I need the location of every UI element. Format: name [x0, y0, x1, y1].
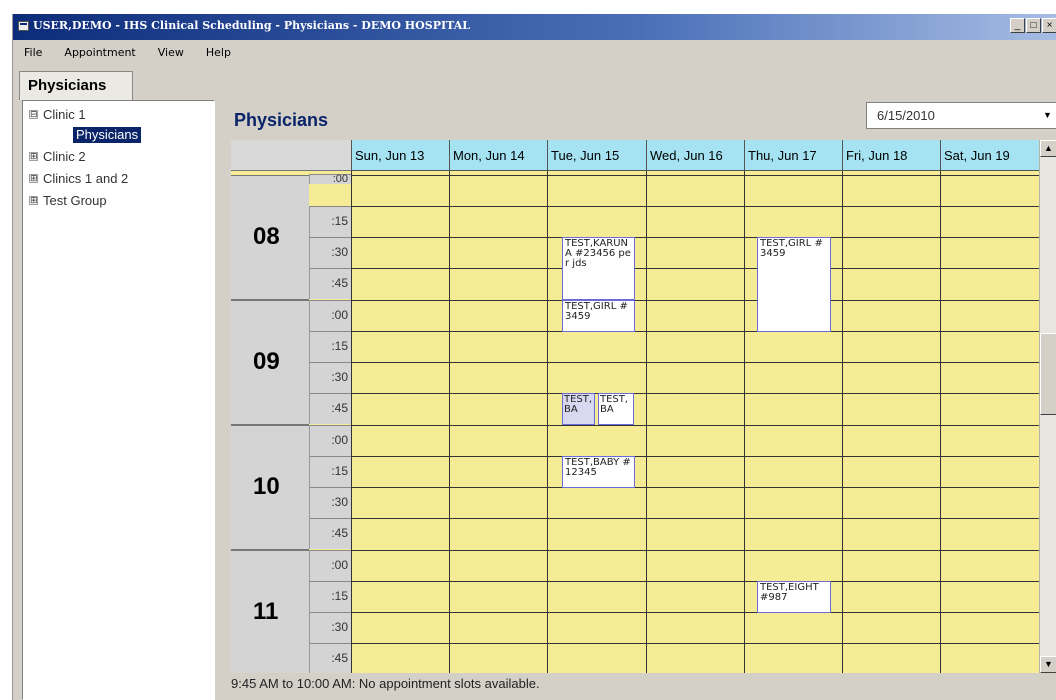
- maximize-button[interactable]: □: [1026, 18, 1041, 33]
- expand-icon[interactable]: ⊞: [29, 174, 38, 184]
- minute-label: :30: [309, 487, 351, 518]
- tree-node-label: Clinic 2: [43, 149, 86, 164]
- appointment-block[interactable]: TEST,BA: [562, 393, 595, 425]
- tree-node-label: Clinic 1: [43, 107, 86, 122]
- grid-column-line: [940, 171, 941, 673]
- schedule-title: Physicians: [234, 110, 329, 130]
- grid-line: [351, 237, 1039, 238]
- grid-line: [351, 175, 1039, 176]
- grid-line: [351, 362, 1039, 363]
- minimize-button[interactable]: _: [1010, 18, 1025, 33]
- minute-label: :15: [309, 456, 351, 487]
- clinic-tree: ⊟ Clinic 1 Physicians ⊞ Clinic 2 ⊞ Clini…: [22, 100, 215, 700]
- minute-label: :00: [309, 300, 351, 331]
- day-header-sat: Sat, Jun 19: [940, 140, 1039, 171]
- appointment-block[interactable]: TEST,BA: [598, 393, 634, 425]
- date-picker[interactable]: 6/15/2010 ▼: [866, 102, 1056, 129]
- grid-line: [351, 393, 1039, 394]
- grid-column-line: [744, 171, 745, 673]
- tree-node-test-group[interactable]: ⊞ Test Group: [29, 193, 107, 208]
- minute-label: :15: [309, 581, 351, 612]
- grid-column-line: [351, 171, 352, 673]
- minute-label: :00: [309, 174, 351, 185]
- day-header-tue: Tue, Jun 15: [547, 140, 646, 171]
- grid-line: [351, 268, 1039, 269]
- grid-line: [351, 612, 1039, 613]
- application-window: USER,DEMO - IHS Clinical Scheduling - Ph…: [12, 14, 1056, 700]
- appointment-block[interactable]: TEST,GIRL #3459: [562, 300, 635, 332]
- hour-label-10: 10: [231, 425, 309, 550]
- status-message: 9:45 AM to 10:00 AM: No appointment slot…: [231, 676, 540, 691]
- expand-icon[interactable]: ⊞: [29, 196, 38, 206]
- appointment-block[interactable]: TEST,GIRL #3459: [757, 237, 831, 332]
- title-bar[interactable]: USER,DEMO - IHS Clinical Scheduling - Ph…: [13, 14, 1056, 40]
- grid-line: [351, 425, 1039, 426]
- appointment-block[interactable]: TEST,BABY #12345: [562, 456, 635, 488]
- minute-label: :45: [309, 518, 351, 549]
- tree-node-clinics-1-and-2[interactable]: ⊞ Clinics 1 and 2: [29, 171, 128, 186]
- minute-label: :00: [309, 425, 351, 456]
- window-controls: _ □ ×: [1009, 18, 1056, 36]
- menu-file[interactable]: File: [13, 42, 53, 62]
- tree-node-clinic-1[interactable]: ⊟ Clinic 1: [29, 107, 86, 122]
- minute-label: :15: [309, 206, 351, 237]
- minute-label: :45: [309, 643, 351, 673]
- grid-column-line: [449, 171, 450, 673]
- grid-line: [351, 643, 1039, 644]
- grid-line: [351, 487, 1039, 488]
- vertical-scrollbar[interactable]: ▲ ▼: [1039, 140, 1056, 673]
- grid-line: [351, 300, 1039, 301]
- hour-label-11: 11: [231, 550, 309, 673]
- grid-column-line: [842, 171, 843, 673]
- appointment-block[interactable]: TEST,KARUNA #23456 per jds: [562, 237, 635, 300]
- tab-physicians[interactable]: Physicians: [19, 71, 133, 100]
- grid-line: [351, 331, 1039, 332]
- minute-label: :30: [309, 362, 351, 393]
- grid-column-line: [547, 171, 548, 673]
- day-header-thu: Thu, Jun 17: [744, 140, 842, 171]
- appointment-block[interactable]: TEST,EIGHT #987: [757, 581, 831, 613]
- tree-node-physicians[interactable]: Physicians: [73, 127, 142, 143]
- grid-line: [351, 456, 1039, 457]
- grid-column-line: [646, 171, 647, 673]
- window-title: USER,DEMO - IHS Clinical Scheduling - Ph…: [33, 19, 470, 32]
- tree-node-label: Test Group: [43, 193, 107, 208]
- minute-label: :45: [309, 393, 351, 424]
- grid-line: [351, 581, 1039, 582]
- scroll-down-icon[interactable]: ▼: [1040, 656, 1056, 673]
- menu-help[interactable]: Help: [195, 42, 242, 62]
- minute-label: :30: [309, 237, 351, 268]
- grid-line: [351, 550, 1039, 551]
- minute-label: :15: [309, 331, 351, 362]
- minute-label: :30: [309, 612, 351, 643]
- grid-line: [351, 206, 1039, 207]
- menu-view[interactable]: View: [147, 42, 195, 62]
- collapse-icon[interactable]: ⊟: [29, 110, 38, 120]
- tree-node-label: Clinics 1 and 2: [43, 171, 129, 186]
- grid-corner: [231, 140, 351, 171]
- minute-label: :00: [309, 550, 351, 581]
- day-header-sun: Sun, Jun 13: [351, 140, 449, 171]
- date-value: 6/15/2010: [877, 108, 935, 123]
- schedule-grid: Sun, Jun 13 Mon, Jun 14 Tue, Jun 15 Wed,…: [231, 140, 1039, 673]
- expand-icon[interactable]: ⊞: [29, 152, 38, 162]
- menu-appointment[interactable]: Appointment: [53, 42, 146, 62]
- chevron-down-icon[interactable]: ▼: [1039, 103, 1056, 128]
- grid-line: [351, 518, 1039, 519]
- close-button[interactable]: ×: [1042, 18, 1056, 33]
- day-header-fri: Fri, Jun 18: [842, 140, 940, 171]
- hour-label-08: 08: [231, 175, 309, 300]
- menu-bar: File Appointment View Help: [13, 42, 242, 62]
- hour-label-09: 09: [231, 300, 309, 425]
- day-header-wed: Wed, Jun 16: [646, 140, 744, 171]
- scroll-thumb[interactable]: [1040, 333, 1056, 415]
- day-header-mon: Mon, Jun 14: [449, 140, 547, 171]
- scroll-up-icon[interactable]: ▲: [1040, 140, 1056, 157]
- minute-label: :45: [309, 268, 351, 299]
- tree-node-clinic-2[interactable]: ⊞ Clinic 2: [29, 149, 86, 164]
- app-icon: [18, 21, 29, 31]
